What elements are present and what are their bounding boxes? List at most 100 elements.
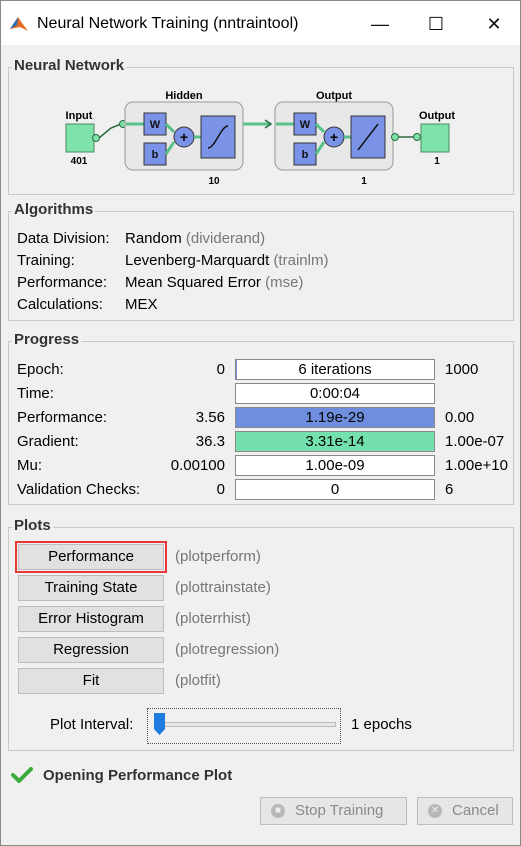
hidden-b-label: b — [152, 149, 159, 161]
cancel-icon: ✕ — [428, 804, 442, 818]
progress-bar-fill — [236, 360, 238, 379]
plots-group-label: Plots — [12, 517, 53, 534]
progress-bar: 0 — [235, 479, 435, 500]
connector-dot — [92, 134, 100, 142]
output-plus: + — [330, 129, 338, 145]
progress-group-label: Progress — [12, 331, 82, 348]
plot-interval-value: 1 epochs — [351, 716, 412, 733]
progress-bar-value: 1.00e-09 — [305, 457, 365, 474]
plot-function-label: (plotfit) — [175, 672, 221, 689]
progress-high-value: 1.00e+10 — [445, 457, 508, 474]
output-size: 1 — [434, 156, 440, 167]
connector-dot — [413, 133, 421, 141]
algorithm-value: Levenberg-Marquardt (trainlm) — [125, 250, 328, 272]
algorithm-value: Mean Squared Error (mse) — [125, 272, 303, 294]
input-node — [65, 123, 95, 153]
output-layer-size: 1 — [361, 176, 367, 187]
cancel-label: Cancel — [452, 802, 499, 819]
connector-dot — [391, 133, 399, 141]
algorithm-value-text: Levenberg-Marquardt — [125, 252, 270, 269]
algorithm-key: Performance: — [17, 274, 108, 291]
progress-label: Mu: — [17, 457, 43, 474]
input-connector — [98, 123, 122, 139]
hidden-layer-label: Hidden — [165, 90, 203, 102]
progress-label: Epoch: — [17, 361, 64, 378]
progress-bar-value: 1.19e-29 — [305, 409, 365, 426]
progress-label: Gradient: — [17, 433, 79, 450]
progress-low-value: 36.3 — [195, 433, 225, 450]
progress-label: Validation Checks: — [17, 481, 141, 498]
output-layer-label: Output — [316, 90, 352, 102]
close-button[interactable]: ✕ — [471, 9, 517, 39]
stop-training-button[interactable]: ■ Stop Training — [260, 797, 407, 825]
matlab-icon — [10, 17, 28, 31]
progress-low-value: 0 — [216, 481, 225, 498]
algorithm-fn: (mse) — [265, 274, 304, 291]
plot-function-label: (plotperform) — [175, 548, 261, 565]
algorithm-fn: (dividerand) — [185, 230, 266, 247]
plot-interval-label: Plot Interval: — [50, 716, 134, 733]
algorithm-value-text: Mean Squared Error — [125, 274, 261, 291]
progress-label: Performance: — [17, 409, 108, 426]
network-diagram: Input 401 Hidden W b + 10 Output W b + 1… — [65, 90, 455, 187]
slider-track — [154, 722, 336, 727]
algorithm-value: MEX — [125, 294, 158, 316]
progress-row: Epoch: 0 6 iterations 1000 — [17, 359, 509, 381]
progress-bar-value: 0 — [330, 481, 340, 498]
progress-row: Mu: 0.00100 1.00e-09 1.00e+10 — [17, 455, 509, 477]
fit-plot-button[interactable]: Fit — [18, 668, 164, 694]
progress-high-value: 0.00 — [445, 409, 475, 426]
progress-bar-value: 3.31e-14 — [305, 433, 365, 450]
nntraintool-window: Neural Network Training (nntraintool) — … — [0, 0, 521, 846]
plot-function-label: (plottrainstate) — [175, 579, 271, 596]
progress-bar: 1.19e-29 — [235, 407, 435, 428]
progress-group: Progress Epoch: 0 6 iterations 1000 Time: 0:0… — [8, 331, 514, 505]
progress-bar: 1.00e-09 — [235, 455, 435, 476]
algorithms-group-label: Algorithms — [12, 201, 96, 218]
algorithm-key: Data Division: — [17, 230, 110, 247]
plot-interval-slider[interactable] — [147, 708, 341, 744]
algorithm-key: Training: — [17, 252, 75, 269]
neural-network-group: Neural Network Input 401 Hidden W b + 10 — [8, 57, 514, 195]
progress-row: Gradient: 36.3 3.31e-14 1.00e-07 — [17, 431, 509, 453]
progress-bar-value: 6 iterations — [298, 361, 372, 378]
output-node — [420, 123, 450, 153]
maximize-button[interactable]: ☐ — [413, 9, 459, 39]
plots-group: Plots Performance (plotperform) Training… — [8, 517, 514, 751]
status-message: Opening Performance Plot — [43, 767, 233, 784]
cancel-button[interactable]: ✕ Cancel — [417, 797, 513, 825]
minimize-button[interactable]: — — [357, 9, 403, 39]
input-label: Input — [66, 110, 93, 122]
progress-bar: 0:00:04 — [235, 383, 435, 404]
progress-low-value: 3.56 — [195, 409, 225, 426]
progress-high-value: 1.00e-07 — [445, 433, 505, 450]
progress-bar: 6 iterations — [235, 359, 435, 380]
output-w-label: W — [300, 119, 311, 131]
algorithm-value-text: MEX — [125, 296, 158, 313]
plot-function-label: (plotregression) — [175, 641, 280, 658]
training-state-plot-button[interactable]: Training State — [18, 575, 164, 601]
stop-icon: ■ — [271, 804, 285, 818]
algorithm-value: Random (dividerand) — [125, 228, 265, 250]
regression-plot-button[interactable]: Regression — [18, 637, 164, 663]
algorithm-key: Calculations: — [17, 296, 103, 313]
progress-bar: 3.31e-14 — [235, 431, 435, 452]
progress-row: Validation Checks: 0 0 6 — [17, 479, 509, 501]
window-title: Neural Network Training (nntraintool) — [37, 15, 299, 32]
error-histogram-plot-button[interactable]: Error Histogram — [18, 606, 164, 632]
progress-row: Time: 0:00:04 — [17, 383, 509, 405]
check-icon — [11, 767, 33, 783]
progress-label: Time: — [17, 385, 54, 402]
input-size: 401 — [71, 156, 88, 167]
plot-function-label: (ploterrhist) — [175, 610, 251, 627]
progress-low-value: 0.00100 — [170, 457, 225, 474]
output-label: Output — [419, 110, 455, 122]
algorithms-group: Algorithms Data Division: Random (divide… — [8, 201, 514, 321]
progress-low-value: 0 — [216, 361, 225, 378]
progress-high-value: 6 — [445, 481, 454, 498]
slider-thumb[interactable] — [154, 713, 165, 735]
progress-high-value: 1000 — [445, 361, 479, 378]
performance-plot-button[interactable]: Performance — [15, 541, 167, 573]
stop-training-label: Stop Training — [295, 802, 384, 819]
title-bar[interactable]: Neural Network Training (nntraintool) — … — [1, 1, 520, 45]
